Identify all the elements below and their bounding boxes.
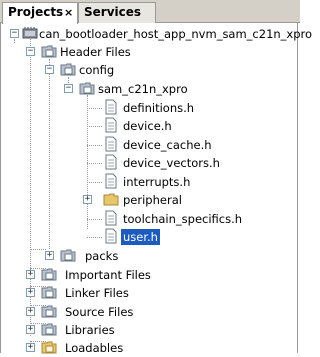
header-file-icon: [105, 99, 117, 115]
tree-node-config[interactable]: − config: [1, 61, 299, 79]
expand-toggle[interactable]: +: [26, 270, 35, 279]
header-file-icon: [105, 228, 117, 244]
tree-node-file[interactable]: interrupts.h: [1, 173, 299, 191]
folder-icon: [41, 45, 57, 58]
tree-node-file[interactable]: device_cache.h: [1, 136, 299, 154]
tree-node-board[interactable]: − sam_c21n_xpro: [1, 80, 299, 98]
folder-icon: [41, 305, 57, 318]
header-file-icon: [105, 173, 117, 189]
source-files-label: Source Files: [65, 305, 134, 319]
tree-node-file[interactable]: toolchain_specifics.h: [1, 210, 299, 228]
header-file-icon: [105, 210, 117, 226]
tree-node-libraries[interactable]: + Libraries: [1, 321, 299, 339]
tab-projects[interactable]: Projects ×: [2, 2, 78, 24]
tree-node-file[interactable]: device.h: [1, 117, 299, 135]
important-files-label: Important Files: [65, 268, 151, 282]
tree-node-file[interactable]: definitions.h: [1, 99, 299, 117]
config-label: config: [79, 63, 115, 77]
collapse-toggle[interactable]: −: [26, 47, 35, 56]
tab-bar: Projects × Services: [0, 0, 300, 24]
linker-files-label: Linker Files: [65, 286, 129, 300]
chip-project-icon: [22, 27, 38, 39]
file-label-selected: user.h: [121, 229, 160, 245]
expand-toggle[interactable]: +: [83, 195, 92, 204]
expand-toggle[interactable]: +: [26, 288, 35, 297]
file-label: interrupts.h: [123, 175, 191, 189]
tree-node-peripheral[interactable]: + peripheral: [1, 191, 299, 209]
tree-node-important-files[interactable]: + Important Files: [1, 266, 299, 284]
folder-icon: [41, 286, 57, 299]
file-label: device_vectors.h: [123, 156, 220, 170]
project-name: can_bootloader_host_app_nvm_sam_c21n_xpr…: [39, 27, 313, 41]
header-file-icon: [105, 117, 117, 133]
file-label: definitions.h: [123, 101, 195, 115]
folder-icon: [41, 323, 57, 336]
folder-icon: [60, 249, 76, 262]
expand-toggle[interactable]: +: [26, 307, 35, 316]
loadables-label: Loadables: [65, 341, 124, 355]
tab-services-label: Services: [84, 5, 142, 19]
tree-node-file-selected[interactable]: user.h: [1, 228, 299, 246]
header-file-icon: [105, 154, 117, 170]
header-files-label: Header Files: [60, 45, 131, 59]
tree-node-source-files[interactable]: + Source Files: [1, 303, 299, 321]
tree-node-loadables[interactable]: + Loadables: [1, 339, 299, 357]
file-label: toolchain_specifics.h: [123, 212, 243, 226]
file-label: device_cache.h: [123, 138, 212, 152]
collapse-toggle[interactable]: −: [64, 84, 73, 93]
libraries-label: Libraries: [65, 323, 115, 337]
expand-toggle[interactable]: +: [26, 343, 35, 352]
tab-services[interactable]: Services: [78, 2, 156, 23]
tree-node-file[interactable]: device_vectors.h: [1, 154, 299, 172]
board-folder-label: sam_c21n_xpro: [98, 82, 188, 96]
tab-projects-label: Projects: [8, 5, 64, 19]
project-tree: − can_bootloader_host_app_nvm_sam_c21n_x…: [0, 23, 312, 355]
tree-node-project[interactable]: − can_bootloader_host_app_nvm_sam_c21n_x…: [1, 25, 312, 43]
tree-node-packs[interactable]: + packs: [1, 247, 299, 265]
packs-label: packs: [85, 249, 119, 263]
expand-toggle[interactable]: +: [45, 251, 54, 260]
close-icon[interactable]: ×: [64, 3, 73, 22]
tree-node-header-files[interactable]: − Header Files: [1, 43, 299, 61]
file-label: device.h: [123, 119, 172, 133]
peripheral-label: peripheral: [123, 193, 182, 207]
folder-icon: [79, 82, 95, 95]
header-file-icon: [105, 136, 117, 152]
expand-toggle[interactable]: +: [26, 325, 35, 334]
tree-node-linker-files[interactable]: + Linker Files: [1, 284, 299, 302]
collapse-toggle[interactable]: −: [45, 65, 54, 74]
collapse-toggle[interactable]: −: [10, 29, 19, 38]
folder-icon: [41, 268, 57, 281]
folder-icon: [60, 63, 76, 76]
folder-icon: [103, 193, 119, 206]
